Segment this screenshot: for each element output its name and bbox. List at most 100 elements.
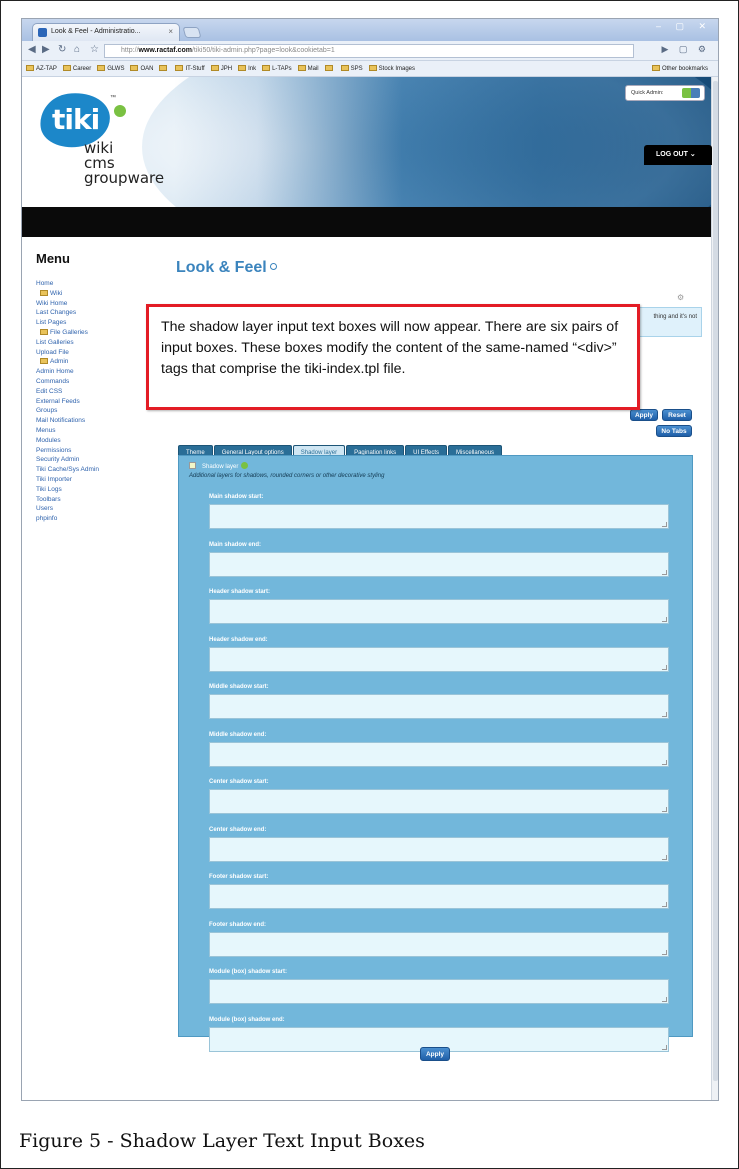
home-icon[interactable]: ⌂ — [74, 44, 80, 55]
bookmark-item[interactable] — [324, 61, 335, 76]
back-icon[interactable]: ◀ — [28, 44, 36, 55]
other-bookmarks[interactable]: Other bookmarks — [647, 61, 708, 76]
shadow-field-label: Center shadow start: — [209, 779, 269, 785]
quick-admin-label: Quick Admin: — [631, 90, 664, 96]
logo-tiki-text: tiki — [52, 103, 100, 136]
sidebar-item-label: phpinfo — [36, 515, 58, 523]
folder-icon — [40, 358, 48, 365]
shadow-field: Footer shadow start: — [209, 872, 669, 909]
bookmark-item[interactable]: AZ-TAP — [26, 61, 57, 76]
reload-icon[interactable]: ↻ — [58, 44, 66, 55]
shadow-field: Middle shadow end: — [209, 730, 669, 767]
sidebar-item[interactable]: Wiki — [36, 289, 166, 299]
bookmark-item[interactable]: L-TAPs — [262, 61, 292, 76]
sidebar-item[interactable]: phpinfo — [36, 514, 166, 524]
bottom-apply-button[interactable]: Apply — [420, 1047, 450, 1061]
help-icon[interactable] — [269, 263, 277, 270]
shadow-field-label: Footer shadow end: — [209, 921, 266, 928]
bookmark-item[interactable]: Stock Images — [368, 61, 415, 76]
bookmark-label: Ink — [248, 66, 257, 72]
folder-icon — [130, 65, 139, 71]
address-bar[interactable]: http://www.ractaf.com/tiki50/tiki-admin.… — [104, 44, 634, 58]
sidebar-item[interactable]: Tiki Cache/Sys Admin — [36, 465, 166, 475]
shadow-textarea[interactable] — [209, 789, 669, 814]
figure-frame: Look & Feel - Administratio... × – ▢ ✕ ◀… — [0, 0, 739, 1169]
folder-icon — [324, 65, 333, 71]
bookmark-item[interactable]: SPS — [340, 61, 363, 76]
gear-icon[interactable]: ⚙ — [677, 293, 684, 302]
logout-button[interactable]: LOG OUT ⌄ — [644, 145, 712, 165]
page-menu-icon[interactable]: ▶ ▢ ⚙ — [662, 44, 711, 55]
sidebar-item-label: Tiki Cache/Sys Admin — [36, 466, 99, 474]
shadow-field-label: Footer shadow start: — [209, 874, 269, 880]
bookmark-item[interactable]: Career — [62, 61, 91, 76]
shadow-textarea[interactable] — [209, 551, 669, 577]
sidebar-item[interactable]: Users — [36, 504, 166, 514]
shadow-textarea[interactable] — [209, 694, 669, 719]
sidebar-item[interactable]: Tiki Importer — [36, 475, 166, 485]
scrollbar-thumb[interactable] — [713, 81, 718, 1081]
quick-admin-box[interactable]: Quick Admin: — [625, 85, 705, 101]
top-nav-bar — [22, 207, 713, 237]
sidebar-item-label: Admin — [50, 358, 69, 366]
sidebar-item[interactable]: Home — [36, 279, 166, 289]
page-scrollbar[interactable] — [711, 77, 718, 1100]
no-tabs-button[interactable]: No Tabs — [656, 425, 692, 437]
reset-button[interactable]: Reset — [662, 409, 692, 421]
shadow-textarea[interactable] — [209, 741, 669, 767]
sidebar-item[interactable]: Tiki Logs — [36, 485, 166, 495]
bookmark-label: OAN — [140, 66, 154, 72]
url-prefix: http:// — [121, 47, 139, 54]
shadow-textarea[interactable] — [209, 979, 669, 1004]
bookmark-item[interactable]: IT-Stuff — [175, 61, 205, 76]
sidebar-item[interactable]: Modules — [36, 436, 166, 446]
browser-tab[interactable]: Look & Feel - Administratio... × — [32, 23, 180, 41]
folder-icon — [159, 65, 168, 71]
browser-tab-title: Look & Feel - Administratio... — [51, 28, 141, 35]
sidebar-item-label: Commands — [36, 377, 70, 385]
folder-icon — [651, 65, 660, 71]
bookmark-label: IT-Stuff — [185, 66, 205, 72]
bookmark-item[interactable]: Ink — [238, 61, 257, 76]
shadow-textarea[interactable] — [209, 884, 669, 909]
sidebar-item-label: Tiki Logs — [36, 485, 62, 493]
sidebar-item[interactable]: Toolbars — [36, 495, 166, 505]
forward-icon[interactable]: ▶ — [42, 44, 50, 55]
folder-icon — [175, 65, 184, 71]
shadow-textarea[interactable] — [209, 931, 669, 957]
bookmark-item[interactable]: JPH — [210, 61, 232, 76]
folder-icon — [238, 65, 247, 71]
shadow-field: Header shadow start: — [209, 587, 669, 624]
folder-icon — [368, 65, 377, 71]
bookmark-item[interactable] — [159, 61, 169, 76]
sidebar-item-label: Last Changes — [36, 309, 77, 317]
shadow-textarea[interactable] — [209, 836, 669, 862]
shadow-textarea[interactable] — [209, 504, 669, 529]
bookmark-item[interactable]: OAN — [130, 61, 154, 76]
help-icon[interactable] — [241, 462, 249, 469]
sidebar-item[interactable]: Security Admin — [36, 455, 166, 465]
bookmark-item[interactable]: Mail — [297, 61, 319, 76]
new-tab-button[interactable] — [182, 27, 202, 38]
shadow-field-label: Header shadow end: — [209, 636, 268, 643]
sidebar-item-label: Toolbars — [36, 495, 61, 503]
sidebar-item[interactable]: Permissions — [36, 446, 166, 456]
sidebar-item[interactable]: Mail Notifications — [36, 416, 166, 426]
logo-dot — [114, 105, 126, 117]
shadow-textarea[interactable] — [209, 599, 669, 624]
logo-subtitle: wiki cms groupware — [84, 141, 164, 186]
quick-admin-icons[interactable] — [682, 88, 700, 98]
shadow-textarea[interactable] — [209, 646, 669, 672]
bookmark-item[interactable]: GLWS — [97, 61, 124, 76]
sidebar-item-label: Home — [36, 280, 54, 287]
sidebar-item[interactable]: Menus — [36, 426, 166, 436]
folder-icon — [97, 65, 106, 71]
folder-icon — [262, 65, 271, 71]
shadow-layer-checkbox[interactable] — [189, 462, 196, 469]
bookmark-star-icon[interactable]: ☆ — [90, 44, 99, 55]
apply-button[interactable]: Apply — [630, 409, 658, 421]
close-tab-icon[interactable]: × — [168, 24, 173, 40]
folder-icon — [62, 65, 71, 71]
window-controls[interactable]: – ▢ ✕ — [656, 21, 712, 32]
logo-line: groupware — [84, 169, 165, 187]
